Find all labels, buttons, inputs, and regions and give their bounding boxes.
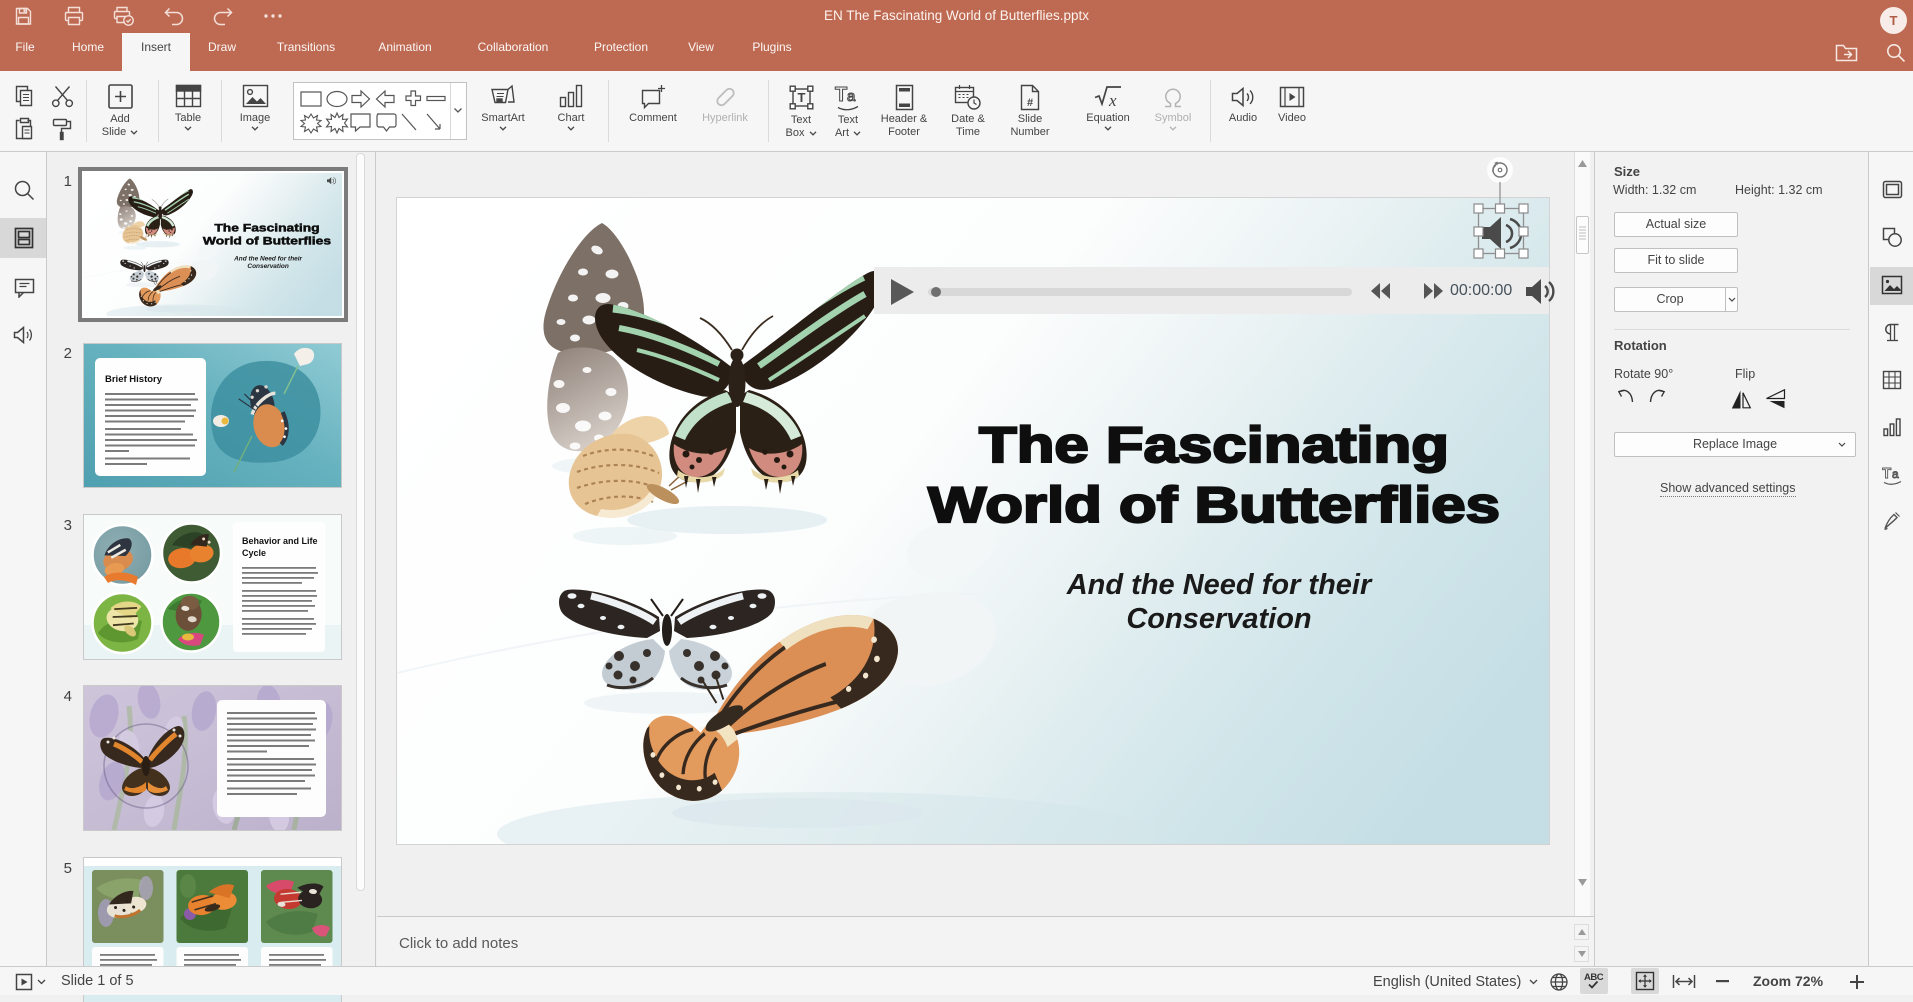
svg-text:#: # — [1027, 97, 1033, 109]
svg-text:T: T — [835, 84, 847, 106]
svg-text:T: T — [1882, 465, 1891, 482]
svg-text:T: T — [797, 90, 805, 105]
svg-text:Brief History: Brief History — [105, 374, 163, 385]
svg-text:Cycle: Cycle — [242, 548, 266, 558]
svg-text:ABC: ABC — [1584, 972, 1604, 983]
svg-text:x: x — [1108, 91, 1117, 110]
svg-text:a: a — [1892, 467, 1899, 481]
svg-text:a: a — [847, 88, 856, 105]
svg-text:Behavior and Life: Behavior and Life — [242, 536, 318, 546]
